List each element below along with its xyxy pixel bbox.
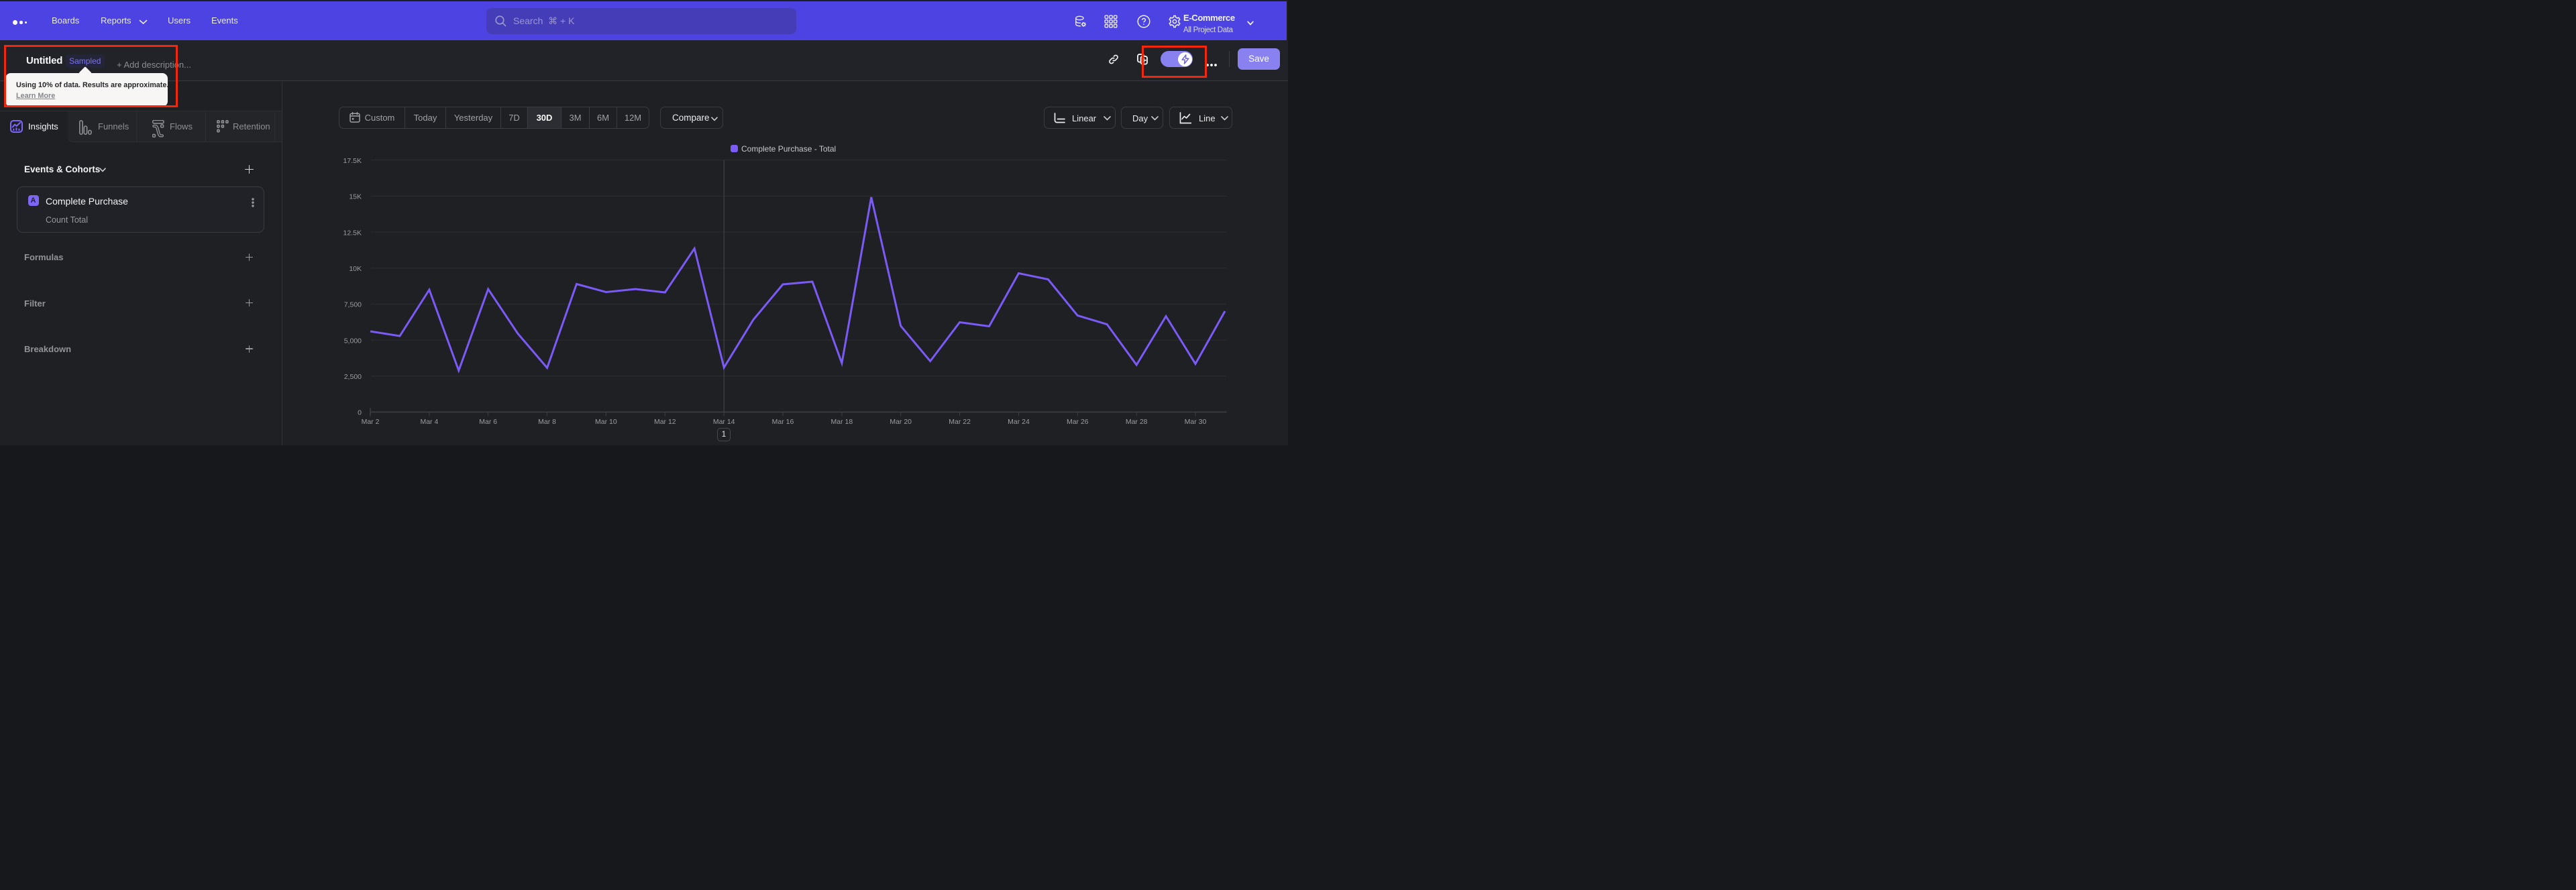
svg-text:7,500: 7,500 xyxy=(344,301,362,309)
svg-text:15K: 15K xyxy=(349,193,362,201)
svg-text:5,000: 5,000 xyxy=(344,337,362,345)
svg-text:Mar 10: Mar 10 xyxy=(595,418,617,426)
svg-text:10K: 10K xyxy=(349,265,362,273)
svg-text:Mar 18: Mar 18 xyxy=(831,418,853,426)
svg-text:Mar 20: Mar 20 xyxy=(890,418,912,426)
svg-text:Mar 12: Mar 12 xyxy=(654,418,676,426)
svg-text:Mar 14: Mar 14 xyxy=(713,418,735,426)
svg-text:17.5K: 17.5K xyxy=(343,157,362,165)
svg-text:Mar 30: Mar 30 xyxy=(1185,418,1207,426)
svg-text:Mar 22: Mar 22 xyxy=(949,418,971,426)
svg-text:Mar 28: Mar 28 xyxy=(1126,418,1148,426)
svg-text:12.5K: 12.5K xyxy=(343,229,362,237)
svg-text:Mar 6: Mar 6 xyxy=(479,418,497,426)
svg-text:Mar 2: Mar 2 xyxy=(362,418,380,426)
svg-text:2,500: 2,500 xyxy=(344,373,362,381)
svg-text:Mar 26: Mar 26 xyxy=(1067,418,1089,426)
svg-text:0: 0 xyxy=(358,409,362,417)
svg-text:Mar 4: Mar 4 xyxy=(420,418,438,426)
svg-text:Mar 24: Mar 24 xyxy=(1008,418,1030,426)
svg-text:Mar 8: Mar 8 xyxy=(538,418,556,426)
svg-text:Mar 16: Mar 16 xyxy=(772,418,794,426)
